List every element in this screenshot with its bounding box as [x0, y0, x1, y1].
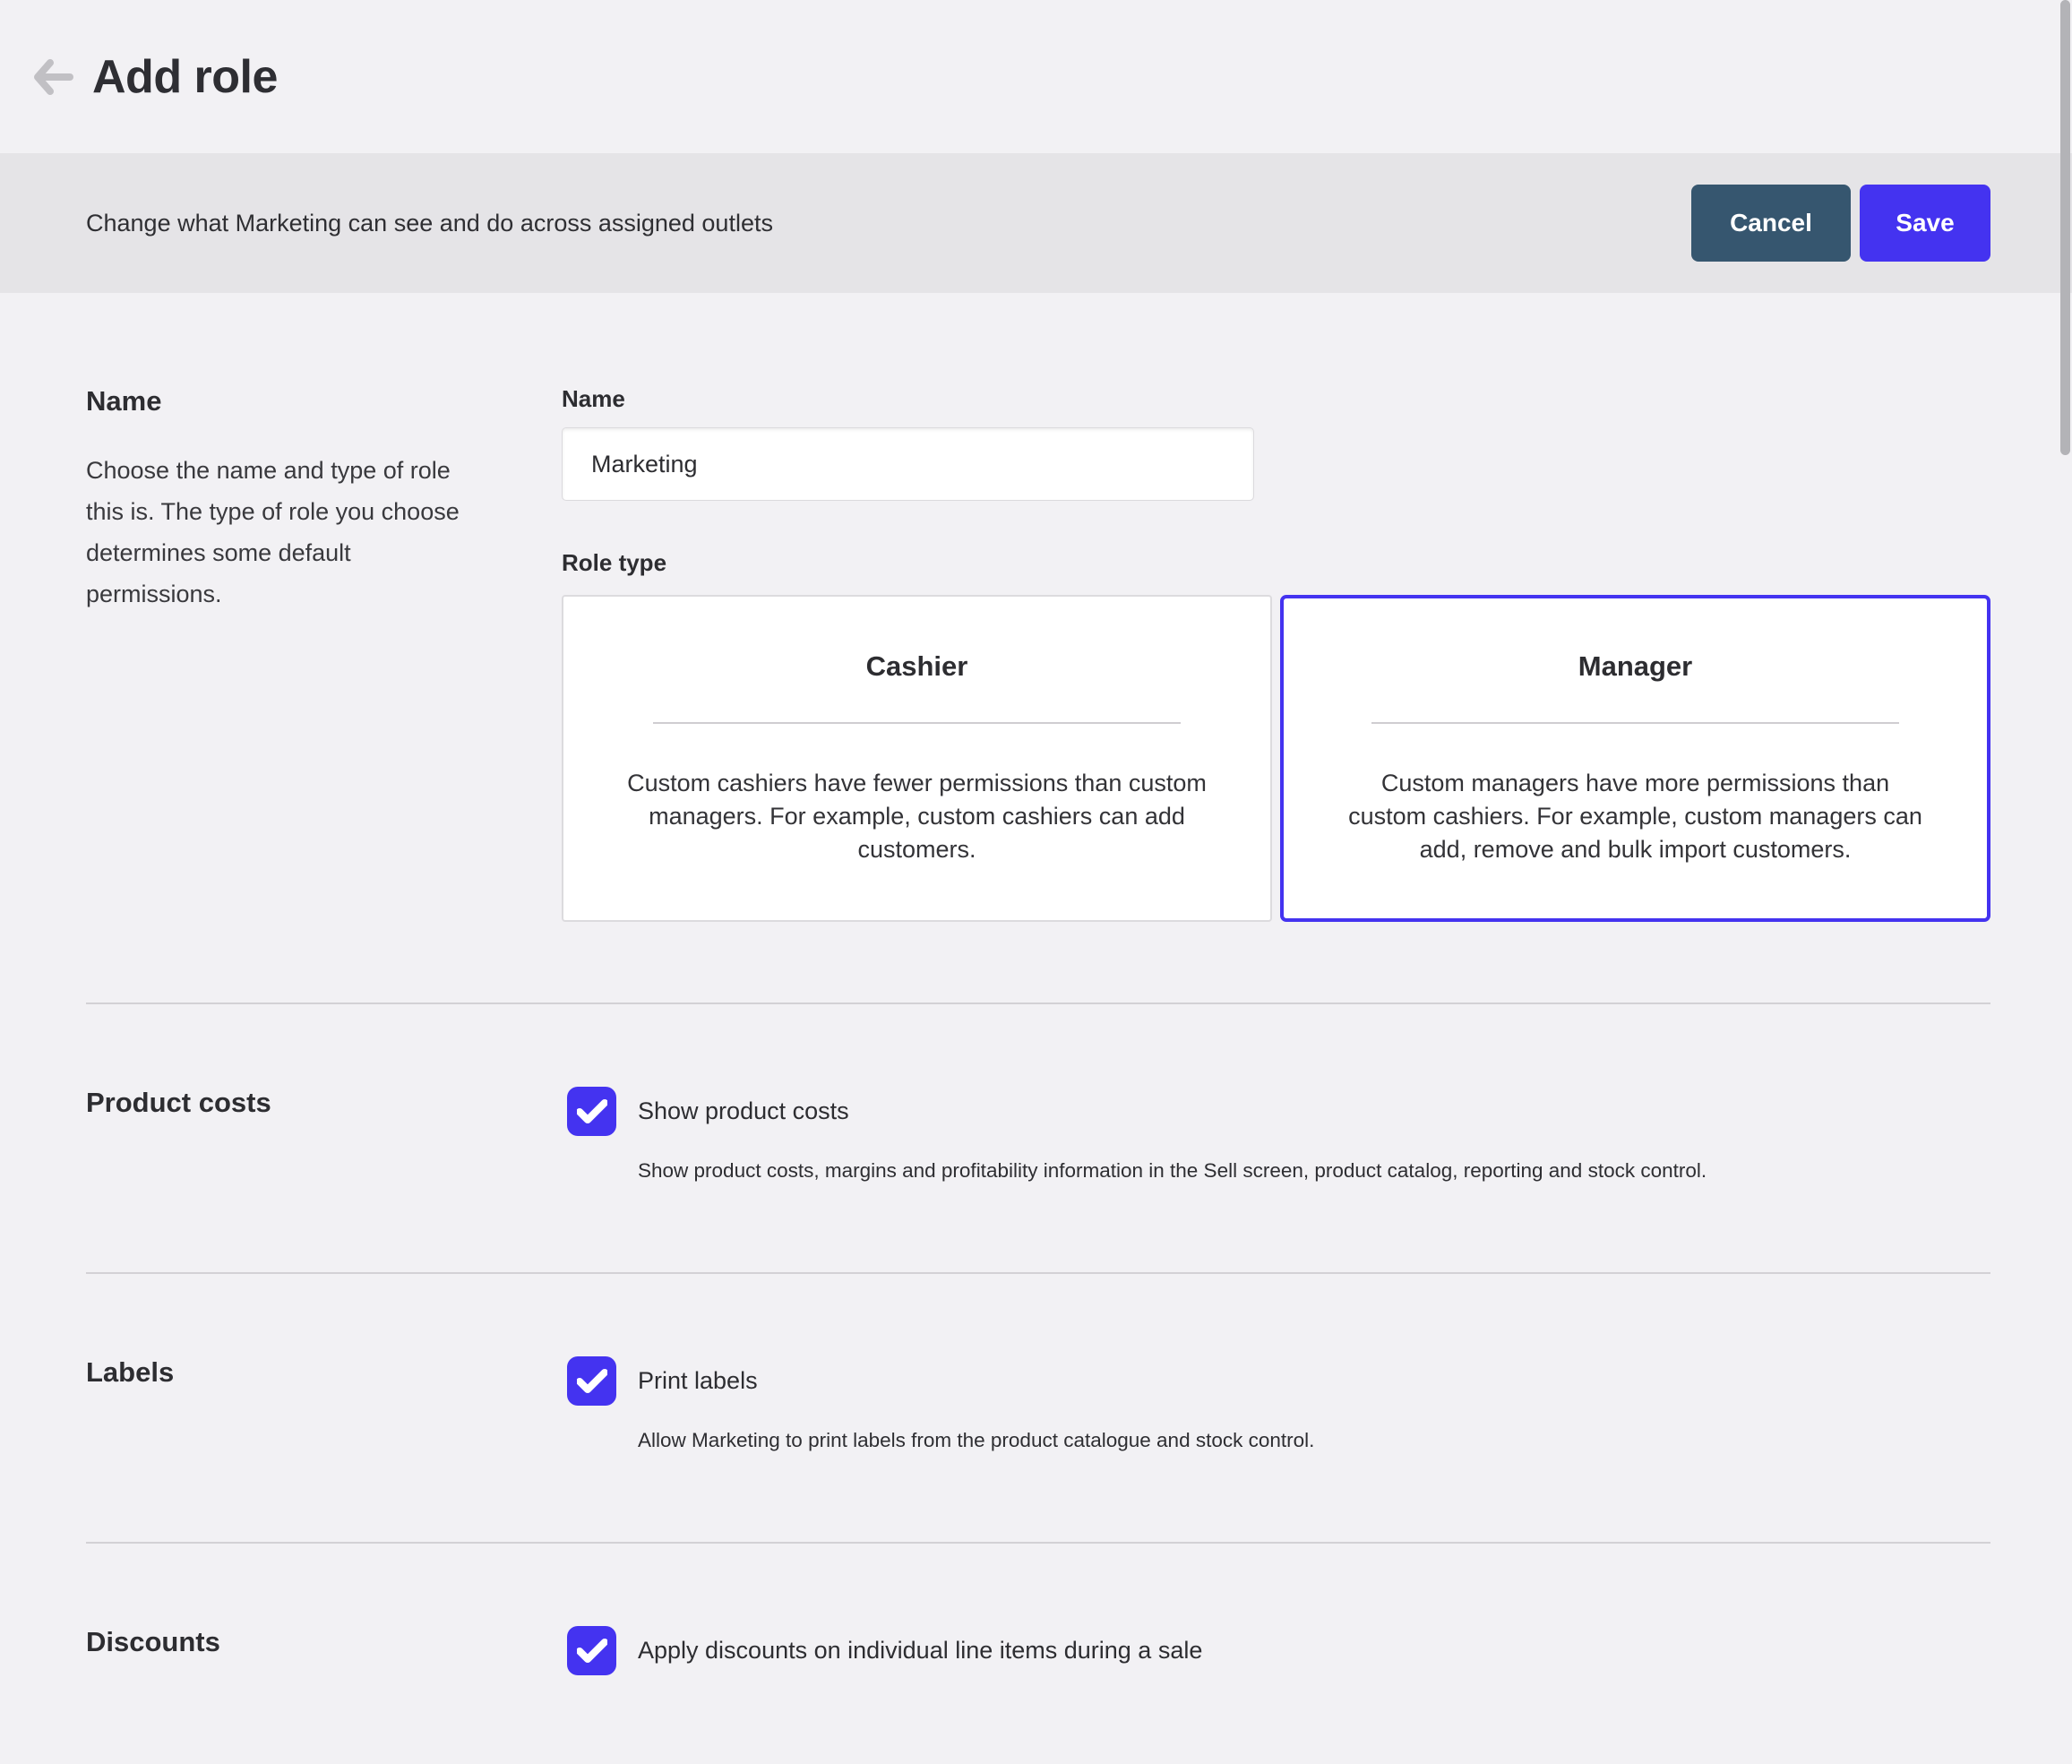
action-bar: Change what Marketing can see and do acr…: [0, 153, 2072, 293]
discounts-section: Discounts Apply discounts on individual …: [86, 1544, 1990, 1711]
print-labels-label[interactable]: Print labels: [638, 1367, 758, 1395]
show-product-costs-description: Show product costs, margins and profitab…: [638, 1159, 1990, 1183]
role-card-manager-title: Manager: [1336, 650, 1935, 683]
scrollbar-track[interactable]: [2058, 0, 2072, 1764]
print-labels-checkbox[interactable]: [567, 1356, 616, 1406]
page-header: Add role: [0, 0, 2072, 153]
show-product-costs-row: Show product costs: [567, 1087, 1990, 1136]
apply-discounts-checkbox[interactable]: [567, 1626, 616, 1675]
page-title: Add role: [92, 50, 278, 104]
role-card-cashier-description: Custom cashiers have fewer permissions t…: [617, 767, 1217, 866]
back-arrow-icon[interactable]: [30, 54, 76, 100]
discounts-heading: Discounts: [86, 1626, 562, 1658]
discounts-info: Discounts: [86, 1626, 562, 1675]
role-card-cashier-title: Cashier: [617, 650, 1217, 683]
show-product-costs-label[interactable]: Show product costs: [638, 1097, 849, 1125]
role-type-label: Role type: [562, 549, 1990, 577]
cancel-button[interactable]: Cancel: [1691, 185, 1851, 262]
labels-heading: Labels: [86, 1356, 562, 1389]
name-section-description: Choose the name and type of role this is…: [86, 450, 491, 615]
labels-controls: Print labels Allow Marketing to print la…: [562, 1356, 1990, 1452]
product-costs-info: Product costs: [86, 1087, 562, 1183]
product-costs-heading: Product costs: [86, 1087, 562, 1119]
role-card-divider: [1371, 722, 1899, 724]
name-section-info: Name Choose the name and type of role th…: [86, 385, 562, 922]
name-section: Name Choose the name and type of role th…: [86, 293, 1990, 1002]
checkmark-icon: [577, 1099, 607, 1124]
print-labels-row: Print labels: [567, 1356, 1990, 1406]
checkmark-icon: [577, 1369, 607, 1394]
role-type-cards: Cashier Custom cashiers have fewer permi…: [562, 595, 1990, 922]
name-section-heading: Name: [86, 385, 562, 417]
role-card-manager[interactable]: Manager Custom managers have more permis…: [1280, 595, 1990, 922]
checkmark-icon: [577, 1639, 607, 1664]
role-card-cashier[interactable]: Cashier Custom cashiers have fewer permi…: [562, 595, 1272, 922]
labels-info: Labels: [86, 1356, 562, 1452]
main-content: Name Choose the name and type of role th…: [0, 293, 2072, 1711]
apply-discounts-row: Apply discounts on individual line items…: [567, 1626, 1990, 1675]
product-costs-section: Product costs Show product costs Show pr…: [86, 1004, 1990, 1272]
scrollbar-thumb[interactable]: [2060, 0, 2070, 455]
save-button[interactable]: Save: [1860, 185, 1990, 262]
apply-discounts-label[interactable]: Apply discounts on individual line items…: [638, 1637, 1202, 1665]
name-section-form: Name Role type Cashier Custom cashiers h…: [562, 385, 1990, 922]
name-input[interactable]: [562, 427, 1254, 501]
print-labels-description: Allow Marketing to print labels from the…: [638, 1429, 1990, 1452]
labels-section: Labels Print labels Allow Marketing to p…: [86, 1274, 1990, 1542]
name-field-label: Name: [562, 385, 1990, 413]
role-card-manager-description: Custom managers have more permissions th…: [1336, 767, 1935, 866]
action-bar-subtitle: Change what Marketing can see and do acr…: [86, 210, 1691, 237]
product-costs-controls: Show product costs Show product costs, m…: [562, 1087, 1990, 1183]
role-card-divider: [653, 722, 1181, 724]
discounts-controls: Apply discounts on individual line items…: [562, 1626, 1990, 1675]
show-product-costs-checkbox[interactable]: [567, 1087, 616, 1136]
